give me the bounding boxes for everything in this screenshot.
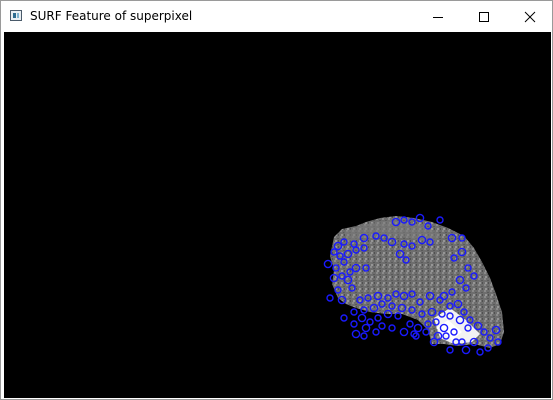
title-bar[interactable]: SURF Feature of superpixel [1, 1, 552, 32]
keypoint-marker [374, 314, 382, 322]
keypoint-marker [406, 320, 414, 328]
app-window-icon [10, 10, 22, 21]
minimize-icon [433, 16, 443, 18]
keypoint-marker [436, 216, 444, 224]
maximize-icon [479, 11, 489, 22]
keypoint-marker [399, 327, 409, 337]
keypoint-marker [378, 322, 386, 330]
keypoint-marker [326, 294, 334, 302]
keypoint-marker [446, 346, 454, 354]
keypoint-marker [340, 314, 348, 322]
keypoint-marker [357, 313, 367, 323]
image-canvas [4, 32, 551, 398]
keypoint-marker [461, 345, 471, 355]
keypoint-marker [372, 328, 380, 336]
minimize-button[interactable] [415, 1, 461, 32]
close-icon [524, 11, 536, 22]
keypoint-marker [323, 259, 333, 269]
maximize-button[interactable] [461, 1, 507, 32]
app-window: SURF Feature of superpixel [0, 0, 553, 400]
keypoint-marker [351, 329, 361, 339]
keypoint-marker [388, 324, 396, 332]
keypoint-marker [361, 323, 371, 333]
close-button[interactable] [507, 1, 553, 32]
keypoint-marker [366, 318, 374, 326]
keypoint-marker [350, 320, 358, 328]
keypoint-marker [360, 332, 368, 340]
keypoint-marker [476, 348, 484, 356]
keypoint-marker [413, 323, 423, 333]
keypoint-marker [422, 328, 430, 336]
keypoint-marker [350, 308, 358, 316]
superpixel-image [323, 213, 504, 356]
window-title: SURF Feature of superpixel [30, 9, 193, 23]
